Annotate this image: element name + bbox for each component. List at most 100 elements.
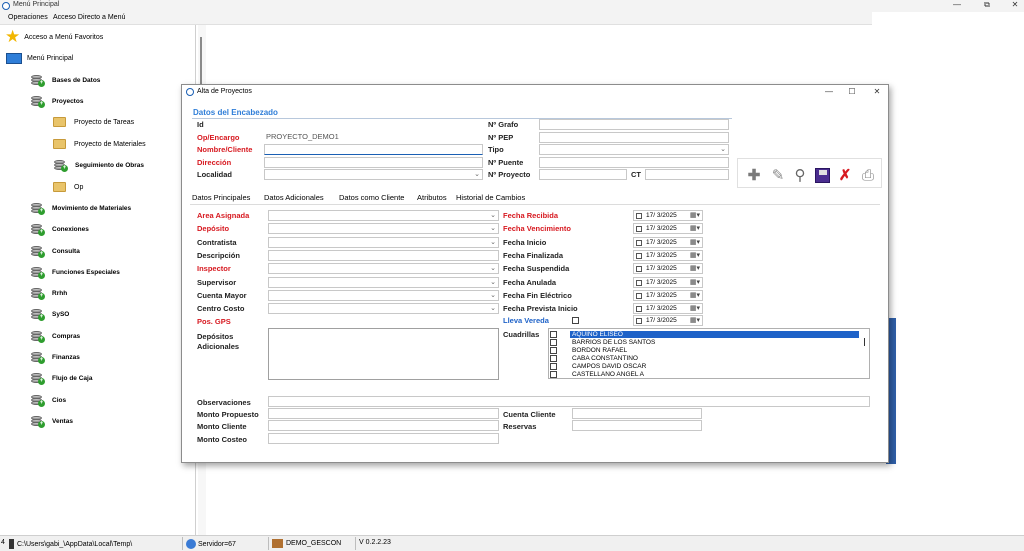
tree-item[interactable]: + Proyectos (30, 93, 83, 109)
main-field-combo[interactable]: ⌄ (268, 290, 499, 301)
tab-datos-principales[interactable]: Datos Principales (192, 193, 250, 202)
tab-atributos[interactable]: Atributos (417, 193, 447, 202)
menu-operaciones[interactable]: Operaciones (8, 14, 48, 21)
tree-item[interactable]: + Flujo de Caja (30, 370, 92, 386)
date-checkbox[interactable] (636, 240, 642, 246)
date-picker[interactable]: 17/ 3/2025 ▦▾ (633, 223, 703, 234)
cuadrilla-checkbox[interactable] (550, 346, 557, 354)
main-field-combo[interactable]: ⌄ (268, 237, 499, 248)
print-icon[interactable]: ⎙ (858, 165, 878, 185)
date-checkbox[interactable] (636, 266, 642, 272)
main-field-combo[interactable]: ⌄ (268, 277, 499, 288)
tree-item[interactable]: + Funciones Especiales (30, 264, 120, 280)
cuadrillas-list[interactable]: AQUINO ELISEO BARRIOS DE LOS SANTOS BORDON… (548, 328, 870, 379)
date-picker[interactable]: 17/ 3/2025 ▦▾ (633, 303, 703, 314)
calendar-icon[interactable]: ▦▾ (690, 211, 700, 219)
tree-item-menu-principal[interactable]: Menú Principal (6, 50, 73, 66)
tree-item[interactable]: + Seguimiento de Obras (53, 157, 144, 173)
dialog-minimize-icon[interactable]: — (822, 87, 836, 96)
calendar-icon[interactable]: ▦▾ (690, 278, 700, 286)
tree-item[interactable]: + Movimiento de Materiales (30, 200, 131, 216)
date-picker[interactable]: 17/ 3/2025 ▦▾ (633, 277, 703, 288)
lleva-vereda-checkbox[interactable] (572, 317, 579, 324)
date-picker[interactable]: 17/ 3/2025 ▦▾ (633, 290, 703, 301)
tree-item[interactable]: Proyecto de Materiales (53, 136, 146, 152)
maximize-icon[interactable]: ⧉ (980, 0, 994, 10)
ct-input[interactable] (645, 169, 729, 180)
tree-item[interactable]: Proyecto de Tareas (53, 114, 134, 130)
monto-costeo-input[interactable] (268, 433, 499, 444)
calendar-icon[interactable]: ▦▾ (690, 224, 700, 232)
header-field-input[interactable] (264, 144, 483, 155)
tree-item[interactable]: Op (53, 179, 83, 195)
tree-item[interactable]: + Bases de Datos (30, 72, 100, 88)
tab-datos-cliente[interactable]: Datos como Cliente (339, 193, 404, 202)
cuadrilla-item[interactable]: BORDON RAFAEL (550, 346, 629, 354)
tree-item[interactable]: + Ventas (30, 413, 73, 429)
edit-icon[interactable]: ✎ (768, 165, 788, 185)
header-right-input[interactable] (539, 119, 729, 130)
cuadrilla-item[interactable]: BARRIOS DE LOS SANTOS (550, 338, 657, 346)
dialog-maximize-icon[interactable]: ☐ (845, 87, 859, 96)
tab-datos-adicionales[interactable]: Datos Adicionales (264, 193, 324, 202)
header-field-input[interactable]: ⌄ (264, 169, 483, 180)
main-field-combo[interactable]: ⌄ (268, 303, 499, 314)
calendar-icon[interactable]: ▦▾ (690, 238, 700, 246)
calendar-icon[interactable]: ▦▾ (690, 304, 700, 312)
tab-historial[interactable]: Historial de Cambios (456, 193, 525, 202)
cuadrilla-item[interactable]: CAMPOS DAVID OSCAR (550, 362, 648, 370)
cuenta-cliente-input[interactable] (572, 408, 702, 419)
main-field-combo[interactable]: ⌄ (268, 223, 499, 234)
tree-item[interactable]: + SySO (30, 306, 69, 322)
header-right-input[interactable] (539, 132, 729, 143)
date-picker[interactable]: 17/ 3/2025 ▦▾ (633, 237, 703, 248)
header-field-input[interactable] (264, 157, 483, 168)
calendar-icon[interactable]: ▦▾ (690, 251, 700, 259)
observaciones-input[interactable] (268, 396, 870, 407)
date-checkbox[interactable] (636, 293, 642, 299)
tree-item[interactable]: + Compras (30, 328, 80, 344)
header-right-input[interactable] (539, 169, 627, 180)
tree-item-favoritos[interactable]: ★ Acceso a Menú Favoritos (5, 28, 103, 45)
tree-item[interactable]: + Consulta (30, 243, 80, 259)
date-checkbox[interactable] (636, 280, 642, 286)
cuadrilla-item[interactable]: CABA CONSTANTINO (550, 354, 640, 362)
save-icon[interactable] (812, 165, 832, 185)
date-checkbox[interactable] (636, 226, 642, 232)
main-field-combo[interactable]: ⌄ (268, 263, 499, 274)
calendar-icon[interactable]: ▦▾ (690, 264, 700, 272)
header-right-input[interactable]: ⌄ (539, 144, 729, 155)
main-field-combo[interactable]: ⌄ (268, 210, 499, 221)
delete-icon[interactable]: ✗ (835, 165, 855, 185)
cuadrilla-item[interactable]: AQUINO ELISEO (550, 330, 859, 338)
minimize-icon[interactable]: — (950, 0, 964, 9)
cuadrilla-checkbox[interactable] (550, 354, 557, 362)
cuadrilla-checkbox[interactable] (550, 370, 557, 378)
date-picker[interactable]: 17/ 3/2025 ▦▾ (633, 250, 703, 261)
reservas-input[interactable] (572, 420, 702, 431)
tree-item[interactable]: + Rrhh (30, 285, 67, 301)
dialog-close-icon[interactable]: ✕ (870, 87, 884, 96)
descripcion-input[interactable] (268, 250, 499, 261)
date-picker[interactable]: 17/ 3/2025 ▦▾ (633, 210, 703, 221)
tree-item[interactable]: + Cios (30, 392, 66, 408)
cuadrilla-checkbox[interactable] (550, 338, 557, 346)
calendar-icon[interactable]: ▦▾ (690, 291, 700, 299)
cuadrilla-item[interactable]: CASTELLANO ANGEL A (550, 370, 646, 378)
depositos-adicionales-list[interactable] (268, 328, 499, 380)
header-right-input[interactable] (539, 157, 729, 168)
date-checkbox[interactable] (636, 306, 642, 312)
tree-item[interactable]: + Conexiones (30, 221, 89, 237)
date-checkbox[interactable] (636, 253, 642, 259)
tree-item[interactable]: + Finanzas (30, 349, 80, 365)
cuadrilla-checkbox[interactable] (550, 362, 557, 370)
header-field-input[interactable]: PROYECTO_DEMO1 (264, 132, 483, 143)
monto-cliente-input[interactable] (268, 420, 499, 431)
lleva-vereda-date[interactable]: 17/ 3/2025 ▦▾ (633, 315, 703, 326)
add-icon[interactable]: ✚ (744, 165, 764, 185)
cuadrilla-checkbox[interactable] (550, 330, 557, 338)
monto-propuesto-input[interactable] (268, 408, 499, 419)
search-icon[interactable]: ⚲ (790, 165, 810, 185)
menu-acceso-directo[interactable]: Acceso Directo a Menú (53, 14, 125, 21)
header-field-input[interactable] (264, 119, 483, 130)
